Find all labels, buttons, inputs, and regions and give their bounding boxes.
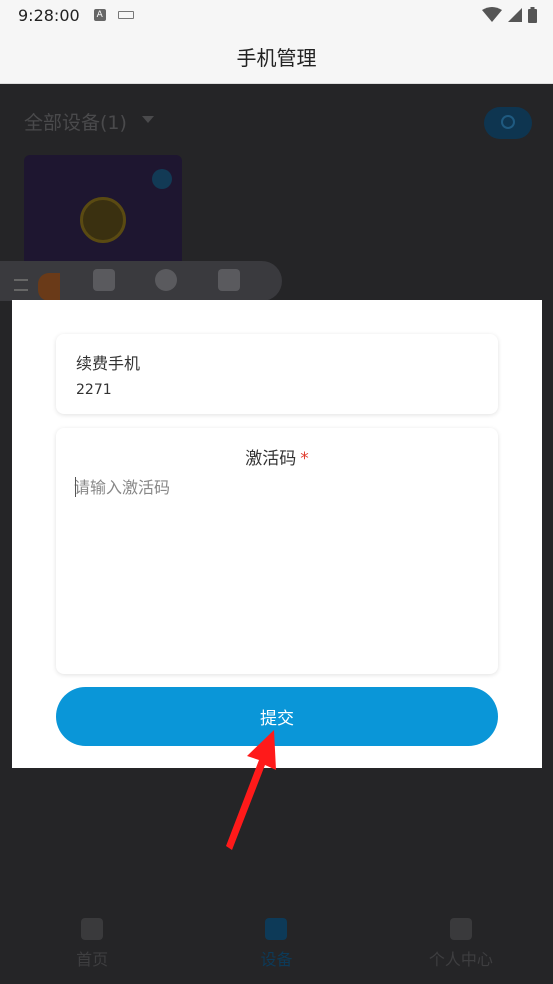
home-icon: [81, 918, 104, 940]
battery-icon: [528, 7, 537, 23]
title-bar: 手机管理: [0, 30, 553, 84]
search-button[interactable]: [484, 107, 532, 139]
renew-device-id: 2271: [76, 382, 112, 398]
wifi-icon: [482, 7, 502, 22]
game-logo: [80, 197, 126, 243]
signal-icon: [508, 8, 522, 22]
activation-code-label: 激活码: [245, 449, 297, 469]
search-icon: [501, 115, 515, 129]
nav-home[interactable]: 首页: [0, 904, 184, 984]
status-icons: [482, 7, 537, 23]
bottom-nav: 首页 设备 个人中心: [0, 904, 553, 984]
renew-dialog: 续费手机 2271 激活码* 提交: [12, 300, 542, 768]
status-time: 9:28:00: [18, 5, 80, 25]
switch-icon[interactable]: [155, 269, 177, 291]
user-icon: [449, 918, 472, 940]
nav-home-label: 首页: [76, 950, 109, 969]
submit-button[interactable]: 提交: [56, 687, 498, 746]
activation-code-input[interactable]: [74, 474, 478, 654]
nav-profile[interactable]: 个人中心: [369, 904, 553, 984]
a-notification-icon: A: [93, 9, 106, 21]
power-icon[interactable]: [218, 269, 240, 291]
menu-icon[interactable]: [14, 279, 28, 291]
activation-code-heading: 激活码 *: [56, 444, 498, 469]
grid-icon[interactable]: [93, 269, 115, 291]
nav-devices[interactable]: 设备: [184, 904, 368, 984]
caret-down-icon: [142, 116, 154, 123]
badge-icon: [152, 169, 172, 189]
page-title: 手机管理: [236, 46, 317, 70]
required-mark: *: [300, 449, 309, 469]
text-cursor: [75, 477, 76, 497]
activation-code-card: 激活码 *: [56, 428, 498, 674]
renew-info-card: 续费手机 2271: [56, 334, 498, 414]
device-toolbar: [0, 261, 282, 301]
device-filter-dropdown[interactable]: 全部设备(1): [24, 108, 127, 135]
keyboard-icon: [117, 11, 134, 19]
nav-profile-label: 个人中心: [428, 950, 493, 969]
phone-icon: [265, 918, 288, 940]
renew-label: 续费手机: [76, 354, 141, 373]
device-thumbnail[interactable]: [24, 155, 182, 270]
collapse-handle[interactable]: [38, 273, 60, 301]
status-bar: 9:28:00 A: [0, 0, 553, 30]
nav-devices-label: 设备: [260, 950, 293, 969]
